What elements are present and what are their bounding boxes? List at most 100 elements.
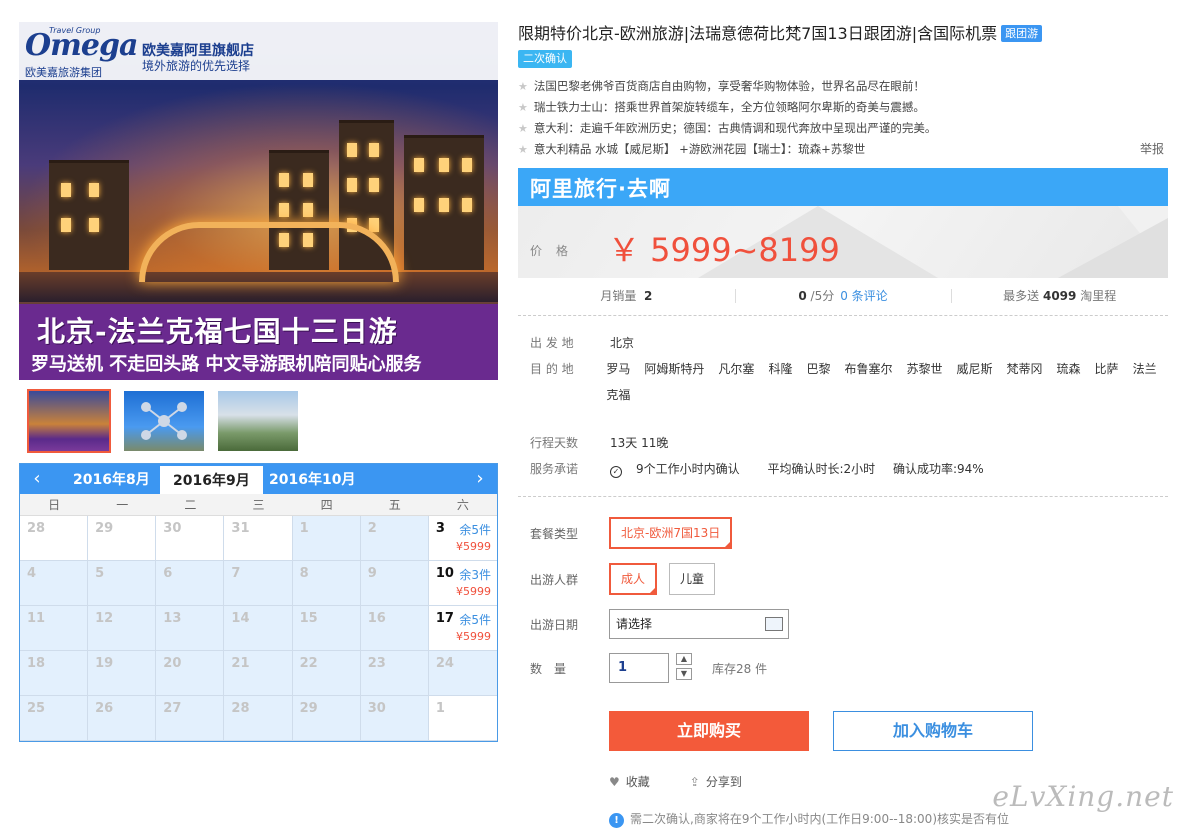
weekday: 五 <box>388 498 401 512</box>
thumbnail-2[interactable] <box>122 389 206 453</box>
destination-item: 琉森 <box>1056 362 1081 376</box>
tour-type-badge: 跟团游 <box>1001 25 1043 42</box>
crowd-option-adult[interactable]: 成人 <box>609 563 658 595</box>
calendar-grid: 28 29 30 31 1 2 3 余5件 ¥5999 4 5 6 7 8 9 10 余3件 ¥5999 11 12 1… <box>20 516 497 741</box>
star-icon: ★ <box>518 143 528 156</box>
add-to-cart-button[interactable]: 加入购物车 <box>833 711 1033 751</box>
destination-item: 罗马 <box>606 362 631 376</box>
weekday: 日 <box>48 498 61 512</box>
star-icon: ★ <box>518 80 528 93</box>
quantity-label: 数 量 <box>530 661 567 676</box>
thumbnail-strip <box>19 389 498 455</box>
calendar-month-tab-active[interactable]: 2016年9月 <box>160 466 263 494</box>
price-value: ￥ 5999~8199 <box>608 231 840 269</box>
increment-icon[interactable]: ▲ <box>676 653 692 665</box>
day-number: 19 <box>95 656 114 671</box>
feature-item: ★ 意大利精品 水城【威尼斯】 +游欧洲花园【瑞士】：琉森+苏黎世 举报 <box>518 139 1168 160</box>
departure-calendar: ‹ 2016年8月 2016年9月 2016年10月 › 日 一 二 三 四 五… <box>19 463 498 742</box>
weekday: 四 <box>320 498 333 512</box>
chevron-right-icon[interactable]: › <box>467 468 493 489</box>
feature-item: ★ 法国巴黎老佛爷百货商店自由购物，享受奢华购物体验，世界名品尽在眼前！ <box>518 79 925 93</box>
calendar-icon[interactable] <box>765 617 783 631</box>
crowd-option-child[interactable]: 儿童 <box>669 563 716 595</box>
star-icon: ★ <box>518 122 528 135</box>
weekday: 一 <box>116 498 129 512</box>
store-slogan: 境外旅游的优先选择 <box>142 59 251 73</box>
days-row: 行程天数 13天 11晚 <box>518 430 1168 456</box>
package-option[interactable]: 北京-欧洲7国13日 <box>609 517 733 549</box>
thumbnail-3[interactable] <box>216 389 300 453</box>
day-number: 26 <box>95 701 114 716</box>
day-price: ¥5999 <box>456 630 491 643</box>
calendar-day: 16 <box>360 606 429 651</box>
chevron-left-icon[interactable]: ‹ <box>24 468 50 489</box>
calendar-day[interactable]: 17 余5件 ¥5999 <box>428 606 497 651</box>
destination-item: 比萨 <box>1094 362 1119 376</box>
day-number: 16 <box>367 611 386 626</box>
share-button[interactable]: ⇪ 分享到 <box>690 773 742 790</box>
calendar-day: 30 <box>156 516 225 561</box>
calendar-day: 28 <box>224 696 293 741</box>
calendar-day: 29 <box>292 696 361 741</box>
calendar-month-tab[interactable]: 2016年8月 <box>60 464 163 494</box>
points-reward: 最多送 4099 淘里程 <box>951 278 1168 315</box>
day-remaining: 余5件 <box>459 613 491 627</box>
brand-logo: Omega <box>25 28 138 63</box>
calendar-month-tab[interactable]: 2016年10月 <box>256 464 368 494</box>
sales-stats: 月销量 2 0 /5分 0 条评论 最多送 4099 淘里程 <box>518 278 1168 316</box>
banner-title: 北京-法兰克福七国十三日游 <box>37 315 398 348</box>
day-number: 15 <box>299 611 318 626</box>
calendar-day[interactable]: 10 余3件 ¥5999 <box>428 561 497 606</box>
day-number: 30 <box>367 701 386 716</box>
destination-label: 目 的 地 <box>530 362 574 376</box>
favorite-button[interactable]: ♥ 收藏 <box>609 773 650 790</box>
date-row: 出游日期 请选择 <box>518 609 1168 639</box>
calendar-day: 20 <box>156 651 225 696</box>
share-icon: ⇪ <box>689 775 700 789</box>
day-number: 5 <box>95 566 105 581</box>
calendar-day: 5 <box>88 561 157 606</box>
destination-item: 苏黎世 <box>906 362 943 376</box>
calendar-day: 23 <box>360 651 429 696</box>
report-link[interactable]: 举报 <box>1140 139 1164 160</box>
calendar-day: 7 <box>224 561 293 606</box>
buy-now-button[interactable]: 立即购买 <box>609 711 809 751</box>
calendar-day: 19 <box>88 651 157 696</box>
calendar-day[interactable]: 3 余5件 ¥5999 <box>428 516 497 561</box>
day-number: 30 <box>163 521 182 536</box>
action-buttons: 立即购买 加入购物车 <box>518 711 1168 751</box>
date-placeholder: 请选择 <box>616 617 653 631</box>
thumbnail-1[interactable] <box>27 389 111 453</box>
calendar-day: 15 <box>292 606 361 651</box>
calendar-weekdays: 日 一 二 三 四 五 六 <box>20 494 497 516</box>
travel-date-picker[interactable]: 请选择 <box>609 609 789 639</box>
quantity-stepper: ▲ ▼ <box>676 653 692 683</box>
day-number: 9 <box>367 566 377 581</box>
day-number: 22 <box>299 656 318 671</box>
day-number: 4 <box>27 566 37 581</box>
weekday: 二 <box>184 498 197 512</box>
destination-row: 目 的 地 罗马 阿姆斯特丹 凡尔塞 科隆 巴黎 布鲁塞尔 苏黎世 威尼斯 梵蒂冈 琉森 比萨 法兰克… <box>518 356 1168 408</box>
day-number: 8 <box>299 566 309 581</box>
service-row: 服务承诺 ✓ 9个工作小时内确认 平均确认时长:2小时 确认成功率:94% <box>518 456 1168 482</box>
calendar-day: 29 <box>88 516 157 561</box>
quantity-row: 数 量 1 ▲ ▼ 库存28 件 <box>518 653 1168 683</box>
decrement-icon[interactable]: ▼ <box>676 668 692 680</box>
star-icon: ★ <box>518 101 528 114</box>
calendar-day: 26 <box>88 696 157 741</box>
product-main-image[interactable]: Travel Group Omega 欧美嘉旅游集团 欧美嘉阿里旗舰店 境外旅游… <box>19 22 498 380</box>
quantity-input[interactable]: 1 <box>609 653 669 683</box>
banner-subtitle: 罗马送机 不走回头路 中文导游跟机陪同贴心服务 <box>31 354 422 375</box>
calendar-day: 21 <box>224 651 293 696</box>
day-number: 3 <box>435 521 445 536</box>
day-remaining: 余3件 <box>459 568 491 582</box>
day-number: 27 <box>163 701 182 716</box>
check-circle-icon: ✓ <box>610 466 622 478</box>
weekday: 六 <box>456 498 469 512</box>
package-label: 套餐类型 <box>530 526 579 541</box>
stock-text: 库存28 件 <box>712 661 768 676</box>
day-number: 11 <box>27 611 46 626</box>
reviews-link[interactable]: 0 条评论 <box>840 289 887 303</box>
day-number: 20 <box>163 656 182 671</box>
feature-item: ★ 瑞士铁力士山：搭乘世界首架旋转缆车，全方位领略阿尔卑斯的奇美与震撼。 <box>518 100 925 114</box>
